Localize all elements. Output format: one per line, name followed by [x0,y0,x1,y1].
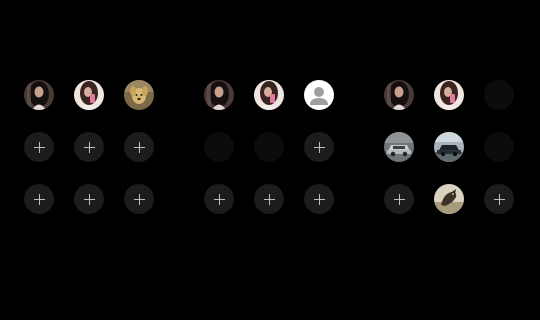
add-avatar-slot-r2c1[interactable] [24,132,54,162]
avatar-grid-1 [24,80,154,214]
plus-icon [213,193,225,205]
avatar-photo-woman-dark-r1c1[interactable] [384,80,414,110]
avatar-grid-3 [384,80,514,214]
plus-icon [313,193,325,205]
add-avatar-slot-r2c2[interactable] [74,132,104,162]
avatar-photo-woman-dark-r1c1[interactable] [204,80,234,110]
avatar-photo-woman-light-r1c2[interactable] [254,80,284,110]
avatar-photo-woman-light-r1c2[interactable] [434,80,464,110]
add-avatar-slot-r3c1[interactable] [24,184,54,214]
avatar-photo-woman-dark-r1c1[interactable] [24,80,54,110]
plus-icon [33,141,45,153]
add-avatar-slot-r3c1[interactable] [384,184,414,214]
empty-slot-r2c3 [484,132,514,162]
default-avatar-r1c3[interactable] [304,80,334,110]
avatar-photo-bird-r3c2[interactable] [434,184,464,214]
person-icon [304,80,334,110]
avatar-photo-car-dark-r2c2[interactable] [434,132,464,162]
empty-slot-r2c1 [204,132,234,162]
plus-icon [83,193,95,205]
add-avatar-slot-r2c3[interactable] [124,132,154,162]
plus-icon [493,193,505,205]
plus-icon [313,141,325,153]
add-avatar-slot-r3c3[interactable] [484,184,514,214]
plus-icon [133,141,145,153]
empty-slot-r2c2 [254,132,284,162]
plus-icon [393,193,405,205]
add-avatar-slot-r3c2[interactable] [74,184,104,214]
avatar-grid-2 [204,80,334,214]
avatar-selection-screen [0,0,540,320]
empty-slot-r1c3 [484,80,514,110]
avatar-photo-woman-light-r1c2[interactable] [74,80,104,110]
plus-icon [263,193,275,205]
add-avatar-slot-r2c3[interactable] [304,132,334,162]
add-avatar-slot-r3c3[interactable] [304,184,334,214]
add-avatar-slot-r3c1[interactable] [204,184,234,214]
add-avatar-slot-r3c3[interactable] [124,184,154,214]
avatar-photo-car-silver-r2c1[interactable] [384,132,414,162]
plus-icon [83,141,95,153]
plus-icon [133,193,145,205]
plus-icon [33,193,45,205]
avatar-photo-dog-r1c3[interactable] [124,80,154,110]
add-avatar-slot-r3c2[interactable] [254,184,284,214]
